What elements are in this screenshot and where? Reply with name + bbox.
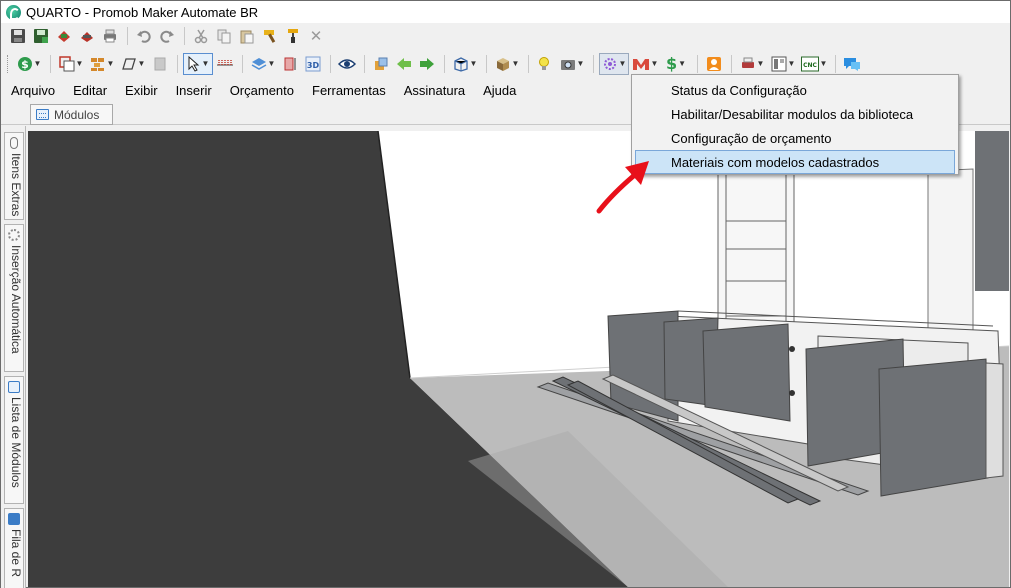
measure-icon[interactable] [214,53,236,75]
menu-assinatura[interactable]: Assinatura [404,83,465,98]
3d-label: 3D [307,61,320,70]
layout-icon[interactable]: ▼ [56,53,86,75]
3d-scene [28,131,1009,587]
modules-icon [36,109,49,120]
cube-icon[interactable]: ▼ [492,53,522,75]
side-tab-fila-de-render[interactable]: Fila de R [4,508,24,588]
list-icon [8,381,20,393]
toolbar-separator [127,27,128,45]
print-icon[interactable] [99,25,121,47]
camera-icon[interactable]: ▼ [557,53,587,75]
side-panel: Itens Extras Inserção Automática Lista d… [1,126,26,588]
redo-icon[interactable] [156,25,178,47]
side-tab-itens-extras[interactable]: Itens Extras [4,132,24,220]
dollar-icon[interactable]: $ ▼ [661,53,691,75]
toolbar-separator [177,54,178,73]
panel-icon[interactable]: ▼ [768,53,798,75]
toolbar-separator [731,54,732,73]
toolbar-separator [242,54,243,73]
maker-icon[interactable]: ▼ [630,53,660,75]
brush-icon[interactable] [282,25,304,47]
toolbar-separator [184,27,185,45]
menu-exibir[interactable]: Exibir [125,83,158,98]
menu-item-habilitar-modulos[interactable]: Habilitar/Desabilitar modulos da bibliot… [635,102,955,126]
window-title: QUARTO - Promob Maker Automate BR [26,4,259,20]
toolbar-separator [835,54,836,73]
move-icon[interactable] [370,53,392,75]
arrow-right-icon[interactable] [416,53,438,75]
annotation-arrow-icon [596,161,649,214]
save-icon[interactable] [7,25,29,47]
toolbar-separator [593,54,594,73]
arrow-left-icon[interactable] [393,53,415,75]
save-all-icon[interactable] [30,25,52,47]
gears-icon [8,229,20,241]
side-tab-label: Lista de Módulos [9,397,23,488]
shape-icon[interactable]: ▼ [118,53,148,75]
dimension-icon[interactable] [279,53,301,75]
side-tab-label: Fila de R [9,529,23,578]
toolbar-row-2: $ ▼ ▼ ▼ ▼ ▼ ▼ 3D ▼ ▼ ▼ ▼ ▼ $ ▼ ▼ ▼ CNC ▼ [1,50,1010,77]
chat-icon[interactable] [841,53,863,75]
toolbar-row-1: ✕ [1,24,1010,48]
toolbar-separator [697,54,698,73]
3d-icon[interactable]: 3D [302,53,324,75]
lightbulb-icon[interactable] [534,53,556,75]
bricks-icon[interactable]: ▼ [87,53,117,75]
print-setup-icon[interactable]: ▼ [737,53,767,75]
menu-item-materiais-modelos[interactable]: Materiais com modelos cadastrados [635,150,955,174]
cnc-icon[interactable]: CNC ▼ [799,53,829,75]
copy-icon[interactable] [213,25,235,47]
toolbar-separator [50,54,51,73]
menu-ferramentas[interactable]: Ferramentas [312,83,386,98]
menu-inserir[interactable]: Inserir [176,83,212,98]
side-tab-label: Inserção Automática [9,245,23,354]
plugin-dropdown-menu: Status da Configuração Habilitar/Desabil… [631,74,959,175]
svg-text:$: $ [21,58,29,71]
tab-modulos[interactable]: Módulos [30,104,113,125]
tab-modulos-label: Módulos [54,107,100,122]
side-tab-insercao-automatica[interactable]: Inserção Automática [4,224,24,372]
paperclip-icon [10,137,18,149]
close-icon[interactable]: ✕ [305,25,327,47]
toolbar-separator [364,54,365,73]
menu-editar[interactable]: Editar [73,83,107,98]
render-icon[interactable] [53,25,75,47]
queue-icon [8,513,20,525]
undo-icon[interactable] [133,25,155,47]
toolbar-separator [486,54,487,73]
menu-ajuda[interactable]: Ajuda [483,83,516,98]
budget-icon[interactable]: $ ▼ [14,53,44,75]
3d-viewport[interactable] [28,131,1009,587]
user-icon[interactable] [703,53,725,75]
select-icon[interactable]: ▼ [183,52,213,75]
hammer-icon[interactable] [259,25,281,47]
render-print-icon[interactable] [76,25,98,47]
toolbar-separator [330,54,331,73]
plugin-icon[interactable]: ▼ [599,52,629,75]
menu-orcamento[interactable]: Orçamento [230,83,294,98]
eye-icon[interactable] [336,53,358,75]
title-bar: QUARTO - Promob Maker Automate BR [1,1,1010,23]
menu-item-configuracao-orcamento[interactable]: Configuração de orçamento [635,126,955,150]
side-tab-label: Itens Extras [9,153,23,217]
toolbar-separator [444,54,445,73]
layers-icon[interactable]: ▼ [248,53,278,75]
menu-arquivo[interactable]: Arquivo [11,83,55,98]
menu-item-status-configuracao[interactable]: Status da Configuração [635,78,955,102]
cut-icon[interactable] [190,25,212,47]
box-view-icon[interactable]: ▼ [450,53,480,75]
side-tab-lista-de-modulos[interactable]: Lista de Módulos [4,376,24,504]
paste-icon[interactable] [236,25,258,47]
toolbar-grip [7,54,10,73]
gray-box-icon[interactable] [149,53,171,75]
toolbar-separator [528,54,529,73]
cnc-label: CNC [803,62,817,69]
promob-app-icon [6,4,21,20]
app-window: QUARTO - Promob Maker Automate BR ✕ $ ▼ ▼… [0,0,1011,588]
